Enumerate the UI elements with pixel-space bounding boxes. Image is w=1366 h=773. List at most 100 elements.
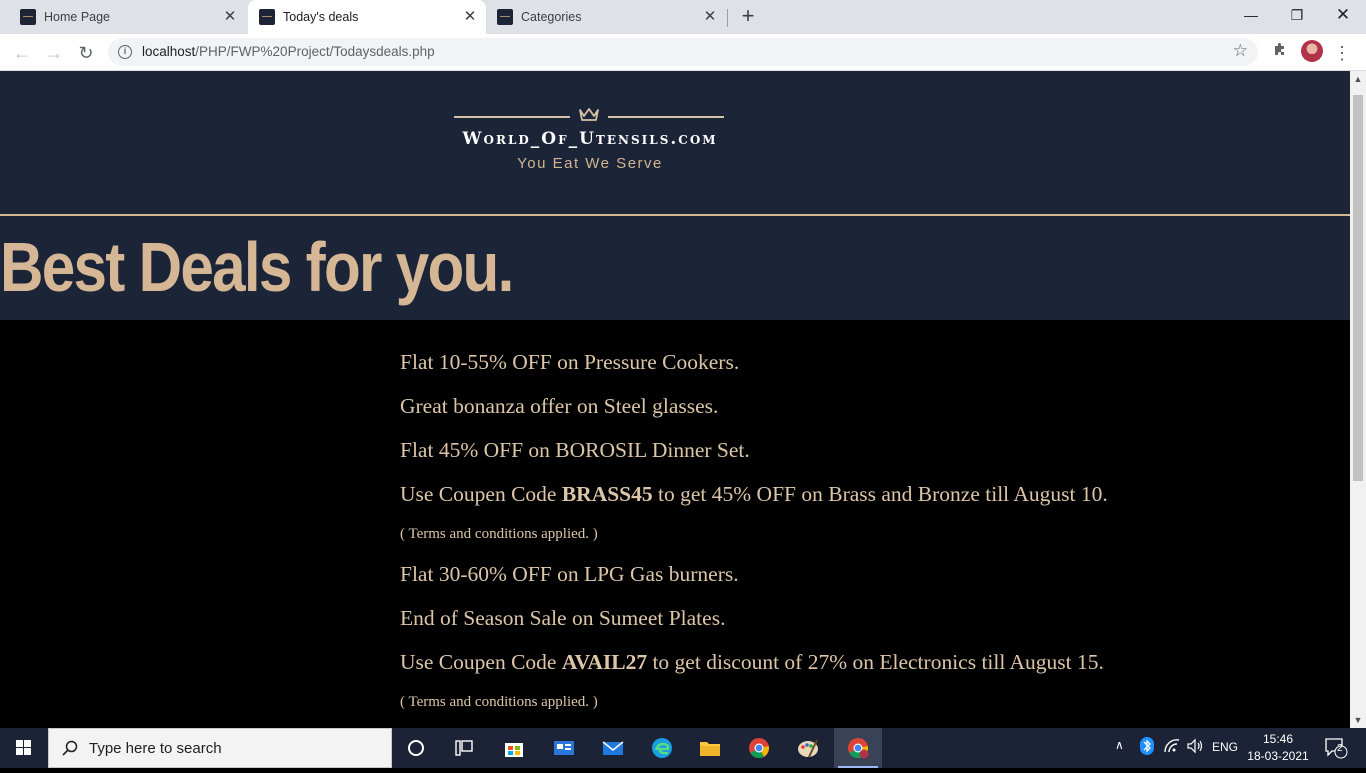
paint-app[interactable]: [784, 728, 832, 768]
deal-text: Great bonanza offer on Steel glasses.: [400, 394, 719, 418]
bluetooth-icon[interactable]: [1140, 737, 1154, 758]
tab-title: Home Page: [44, 10, 111, 24]
new-tab-button[interactable]: +: [736, 4, 760, 28]
terms-note: ( Terms and conditions applied. ): [400, 694, 598, 710]
deal-item: End of Season Sale on Sumeet Plates.: [400, 606, 725, 631]
deal-text: Use Coupen Code: [400, 482, 562, 506]
reload-button[interactable]: ↻: [72, 39, 100, 67]
site-favicon: [497, 9, 513, 25]
deal-text: to get discount of 27% on Electronics ti…: [647, 650, 1104, 674]
paint-palette-icon: [798, 739, 818, 758]
tab-title: Categories: [521, 10, 582, 24]
coupon-code: AVAIL27: [561, 650, 648, 674]
folder-icon: [700, 742, 720, 756]
crown-icon: [579, 108, 599, 121]
site-info-icon[interactable]: i: [118, 45, 132, 59]
search-icon: [62, 740, 78, 756]
deal-item: Flat 45% OFF on BOROSIL Dinner Set.: [400, 438, 750, 463]
scroll-up-arrow-icon[interactable]: ▲: [1350, 71, 1366, 87]
tab-home-page[interactable]: Home Page ✕: [0, 0, 246, 34]
header-divider: [0, 214, 1350, 216]
chrome-app[interactable]: [735, 728, 783, 768]
page-title: Best Deals for you.: [0, 228, 514, 306]
close-tab-icon[interactable]: ✕: [462, 9, 478, 25]
task-view-button[interactable]: [440, 728, 488, 768]
logo-rule-left: [454, 116, 570, 118]
deal-text: Flat 10-55% OFF on Pressure Cookers.: [400, 350, 740, 374]
show-hidden-icons-chevron-icon[interactable]: ∧: [1115, 738, 1124, 752]
edge-icon: [652, 738, 672, 758]
tab-title: Today's deals: [283, 10, 359, 24]
network-wifi-icon[interactable]: [1163, 738, 1181, 757]
site-header: World_Of_Utensils.com You Eat We Serve B…: [0, 71, 1350, 320]
mail-app[interactable]: [589, 728, 637, 768]
browser-menu-icon[interactable]: ⋮: [1330, 41, 1354, 65]
deal-text: Flat 45% OFF on BOROSIL Dinner Set.: [400, 438, 750, 462]
page-scrollbar[interactable]: ▲ ▼: [1350, 71, 1366, 728]
start-button[interactable]: [0, 728, 48, 768]
chrome-profile-app[interactable]: [834, 728, 882, 768]
forward-button[interactable]: →: [40, 39, 68, 67]
tab-strip: Home Page ✕ Today's deals ✕ Categories ✕…: [0, 0, 1366, 34]
notification-count: 2: [1337, 743, 1343, 754]
cortana-button[interactable]: [392, 728, 440, 768]
scrollbar-thumb[interactable]: [1353, 95, 1363, 481]
clock-time: 15:46: [1262, 732, 1294, 746]
notifications-button[interactable]: 2: [1324, 737, 1348, 762]
coupon-code: BRASS45: [561, 482, 653, 506]
back-button[interactable]: ←: [8, 39, 36, 67]
deal-text: End of Season Sale on Sumeet Plates.: [400, 606, 726, 630]
site-favicon: [259, 9, 275, 25]
bookmark-star-icon[interactable]: ☆: [1233, 41, 1248, 61]
terms-note: ( Terms and conditions applied. ): [400, 526, 598, 542]
url-text[interactable]: localhost/PHP/FWP%20Project/Todaysdeals.…: [142, 44, 435, 59]
restore-button[interactable]: ❐: [1274, 0, 1320, 32]
chrome-icon: [749, 738, 770, 759]
store-app[interactable]: [490, 728, 538, 768]
search-placeholder: Type here to search: [89, 740, 222, 757]
deal-item: Use Coupen Code BRASS45 to get 45% OFF o…: [400, 482, 1108, 507]
extensions-puzzle-icon[interactable]: [1268, 41, 1292, 65]
task-view-icon: [455, 740, 473, 756]
deal-item: Flat 10-55% OFF on Pressure Cookers.: [400, 350, 739, 375]
site-brand[interactable]: World_Of_Utensils.com: [454, 129, 726, 149]
deal-text: Use Coupen Code: [400, 650, 562, 674]
tab-todays-deals[interactable]: Today's deals ✕: [248, 0, 486, 34]
input-language[interactable]: ENG: [1212, 740, 1238, 754]
action-center-icon: [1325, 738, 1348, 759]
windows-taskbar: Type here to search ∧ ENG 15:46 18-03-20…: [0, 728, 1366, 768]
deal-text: to get 45% OFF on Brass and Bronze till …: [652, 482, 1108, 506]
news-icon: [554, 741, 574, 755]
taskbar-search-box[interactable]: Type here to search: [48, 728, 392, 768]
file-explorer-app[interactable]: [686, 728, 734, 768]
close-tab-icon[interactable]: ✕: [222, 9, 238, 25]
address-bar[interactable]: i localhost/PHP/FWP%20Project/Todaysdeal…: [108, 38, 1258, 66]
url-host: localhost: [142, 44, 196, 59]
news-app[interactable]: [540, 728, 588, 768]
clock-date: 18-03-2021: [1247, 749, 1309, 763]
mail-envelope-icon: [602, 741, 624, 755]
site-tagline: You Eat We Serve: [517, 155, 663, 172]
deal-item: Great bonanza offer on Steel glasses.: [400, 394, 718, 419]
chrome-profile-icon: [848, 738, 869, 759]
cortana-circle-icon: [408, 740, 424, 756]
system-clock[interactable]: 15:46 18-03-2021: [1243, 731, 1313, 765]
edge-browser-app[interactable]: [638, 728, 686, 768]
site-favicon: [20, 9, 36, 25]
profile-avatar[interactable]: [1301, 40, 1323, 62]
logo-rule-right: [608, 116, 724, 118]
tab-separator: [727, 9, 728, 27]
url-path: /PHP/FWP%20Project/Todaysdeals.php: [195, 44, 435, 59]
page-viewport: World_Of_Utensils.com You Eat We Serve B…: [0, 71, 1350, 719]
deal-item: Use Coupen Code AVAIL27 to get discount …: [400, 650, 1104, 675]
deal-item: Flat 30-60% OFF on LPG Gas burners.: [400, 562, 739, 587]
close-tab-icon[interactable]: ✕: [702, 9, 718, 25]
deal-text: Flat 30-60% OFF on LPG Gas burners.: [400, 562, 739, 586]
store-bag-icon: [505, 743, 523, 757]
volume-speaker-icon[interactable]: [1186, 738, 1204, 757]
tab-categories[interactable]: Categories ✕: [488, 0, 726, 34]
browser-toolbar: ← → ↻ i localhost/PHP/FWP%20Project/Toda…: [0, 34, 1366, 71]
scroll-down-arrow-icon[interactable]: ▼: [1350, 712, 1366, 728]
close-window-button[interactable]: ✕: [1320, 0, 1366, 32]
minimize-button[interactable]: —: [1228, 0, 1274, 32]
